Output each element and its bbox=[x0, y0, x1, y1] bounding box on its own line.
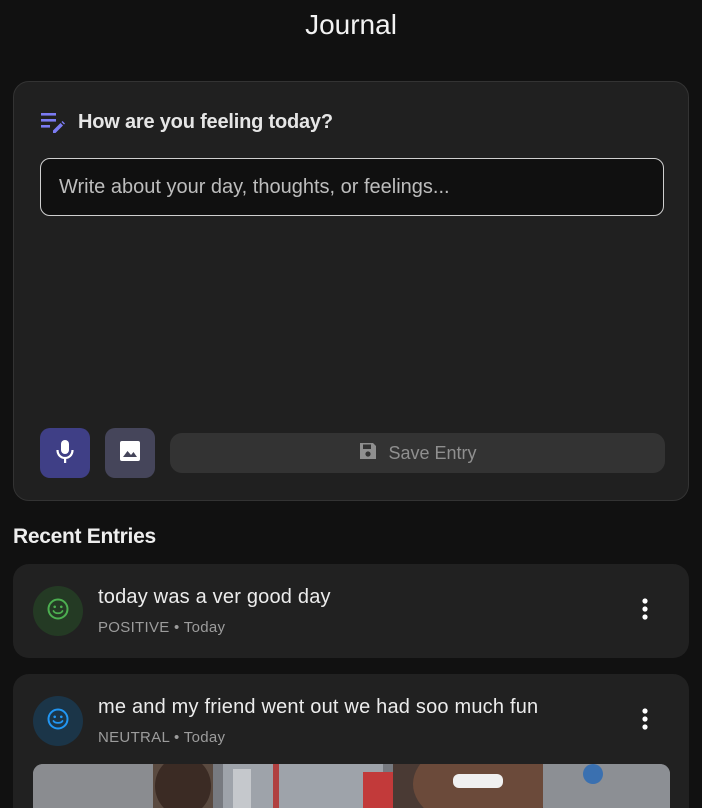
save-entry-label: Save Entry bbox=[388, 442, 477, 463]
entry-meta: POSITIVE • Today bbox=[98, 619, 226, 636]
journal-screen: Journal How are you feeling today? Write… bbox=[0, 0, 702, 808]
entry-card[interactable]: today was a ver good day POSITIVE • Toda… bbox=[13, 564, 689, 658]
recent-entries-title: Recent Entries bbox=[13, 525, 156, 548]
more-options-button[interactable] bbox=[633, 597, 657, 626]
entry-card[interactable]: me and my friend went out we had soo muc… bbox=[13, 674, 689, 808]
smile-icon bbox=[46, 707, 70, 736]
save-entry-button[interactable]: Save Entry bbox=[170, 433, 665, 473]
entry-text: me and my friend went out we had soo muc… bbox=[98, 696, 539, 718]
entry-meta: NEUTRAL • Today bbox=[98, 729, 226, 746]
more-vert-icon bbox=[641, 597, 649, 626]
add-image-button[interactable] bbox=[105, 428, 155, 478]
journal-entry-input[interactable] bbox=[40, 158, 664, 216]
more-vert-icon bbox=[641, 707, 649, 736]
mood-avatar bbox=[33, 586, 83, 636]
compose-heading: How are you feeling today? bbox=[78, 110, 333, 133]
smile-icon bbox=[46, 597, 70, 626]
edit-note-icon bbox=[40, 110, 66, 134]
compose-header: How are you feeling today? bbox=[40, 110, 333, 134]
photo-thumbnail bbox=[33, 764, 670, 808]
voice-input-button[interactable] bbox=[40, 428, 90, 478]
mood-avatar bbox=[33, 696, 83, 746]
entry-photo[interactable] bbox=[33, 764, 670, 808]
more-options-button[interactable] bbox=[633, 707, 657, 736]
entry-text: today was a ver good day bbox=[98, 586, 331, 608]
page-title: Journal bbox=[305, 9, 397, 40]
compose-card: How are you feeling today? Write about y… bbox=[13, 81, 689, 501]
save-icon bbox=[358, 441, 378, 466]
mic-icon bbox=[54, 438, 76, 469]
image-icon bbox=[118, 439, 142, 468]
